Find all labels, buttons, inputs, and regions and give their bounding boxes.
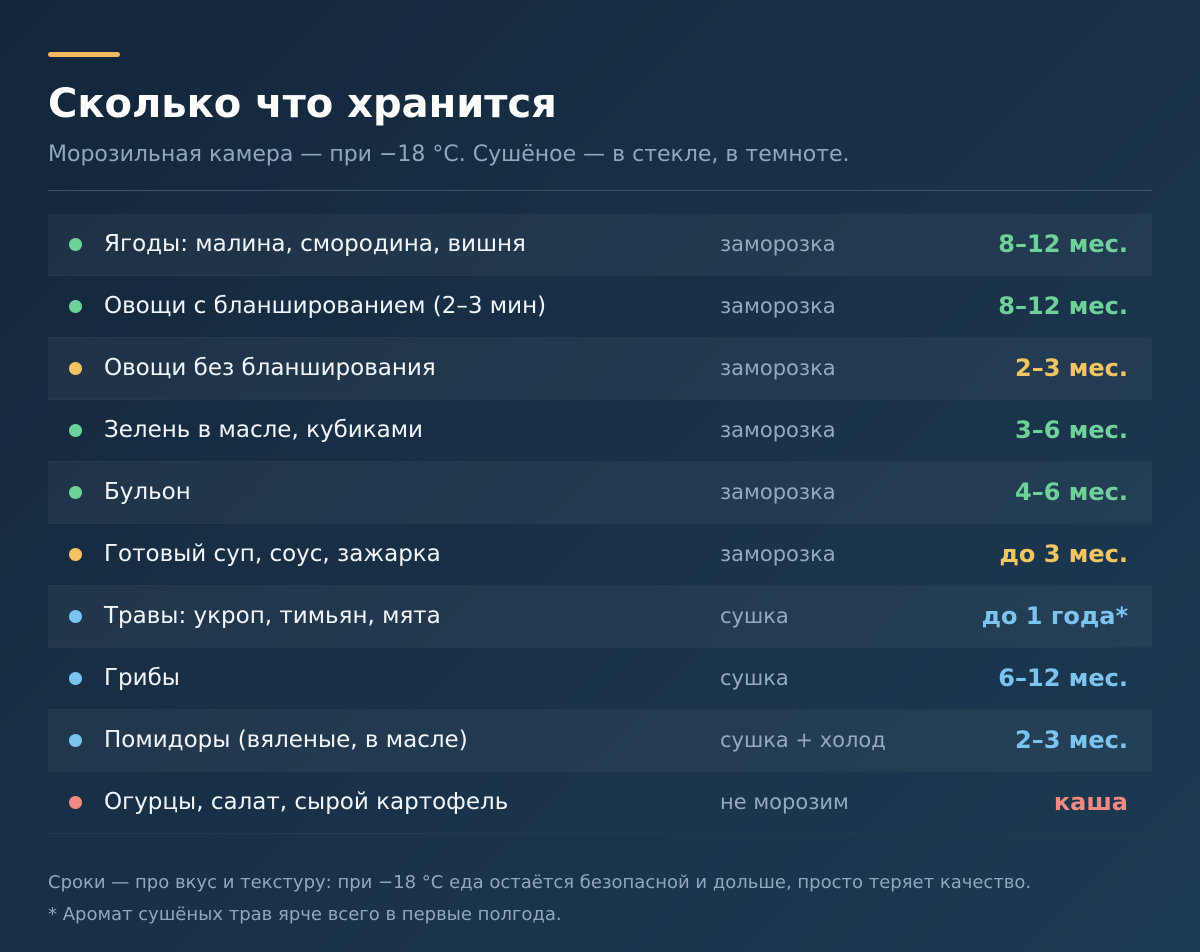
status-dot	[69, 238, 82, 251]
status-dot	[69, 362, 82, 375]
storage-duration: 3–6 мес.	[1015, 416, 1128, 444]
status-dot	[69, 300, 82, 313]
storage-method: заморозка	[720, 542, 836, 566]
storage-duration: 2–3 мес.	[1015, 726, 1128, 754]
table-row: Травы: укроп, тимьян, мята сушка до 1 го…	[48, 586, 1152, 648]
storage-method: заморозка	[720, 232, 836, 256]
status-dot	[69, 486, 82, 499]
table-row: Готовый суп, соус, зажарка заморозка до …	[48, 524, 1152, 586]
table-row: Овощи с бланшированием (2–3 мин) замороз…	[48, 276, 1152, 338]
footnote-quality: Сроки — про вкус и текстуру: при −18 °С …	[48, 872, 1032, 893]
storage-duration: каша	[1053, 788, 1128, 816]
table-row: Овощи без бланширования заморозка 2–3 ме…	[48, 338, 1152, 400]
storage-method: сушка	[720, 666, 789, 690]
status-dot	[69, 548, 82, 561]
storage-method: сушка + холод	[720, 728, 886, 752]
storage-duration: 4–6 мес.	[1015, 478, 1128, 506]
table-row: Помидоры (вяленые, в масле) сушка + холо…	[48, 710, 1152, 772]
storage-duration: 2–3 мес.	[1015, 354, 1128, 382]
header-divider	[48, 190, 1152, 191]
product-name: Овощи без бланширования	[104, 355, 436, 381]
storage-method: не морозим	[720, 790, 849, 814]
storage-duration: 8–12 мес.	[998, 292, 1128, 320]
status-dot	[69, 610, 82, 623]
product-name: Грибы	[104, 665, 180, 691]
product-name: Зелень в масле, кубиками	[104, 417, 424, 443]
status-dot	[69, 424, 82, 437]
product-name: Ягоды: малина, смородина, вишня	[104, 231, 526, 257]
storage-method: заморозка	[720, 294, 836, 318]
table-row: Огурцы, салат, сырой картофель не морози…	[48, 772, 1152, 834]
table-row: Бульон заморозка 4–6 мес.	[48, 462, 1152, 524]
product-name: Овощи с бланшированием (2–3 мин)	[104, 293, 547, 319]
accent-bar	[48, 52, 120, 57]
table-row: Грибы сушка 6–12 мес.	[48, 648, 1152, 710]
table-row: Зелень в масле, кубиками заморозка 3–6 м…	[48, 400, 1152, 462]
product-name: Травы: укроп, тимьян, мята	[104, 603, 441, 629]
product-name: Бульон	[104, 479, 191, 505]
storage-method: сушка	[720, 604, 789, 628]
storage-duration: до 3 мес.	[999, 540, 1128, 568]
page-subtitle: Морозильная камера — при −18 °С. Сушёное…	[48, 142, 850, 167]
footnote-herbs: * Аромат сушёных трав ярче всего в первы…	[48, 904, 562, 925]
storage-method: заморозка	[720, 480, 836, 504]
storage-duration: 8–12 мес.	[998, 230, 1128, 258]
page-title: Сколько что хранится	[48, 81, 557, 127]
product-name: Помидоры (вяленые, в масле)	[104, 727, 468, 753]
storage-method: заморозка	[720, 356, 836, 380]
product-name: Готовый суп, соус, зажарка	[104, 541, 441, 567]
status-dot	[69, 734, 82, 747]
storage-duration: до 1 года*	[981, 602, 1128, 630]
status-dot	[69, 672, 82, 685]
table-row: Ягоды: малина, смородина, вишня заморозк…	[48, 214, 1152, 276]
storage-duration: 6–12 мес.	[998, 664, 1128, 692]
status-dot	[69, 796, 82, 809]
storage-table: Ягоды: малина, смородина, вишня заморозк…	[48, 214, 1152, 834]
storage-method: заморозка	[720, 418, 836, 442]
product-name: Огурцы, салат, сырой картофель	[104, 789, 509, 815]
